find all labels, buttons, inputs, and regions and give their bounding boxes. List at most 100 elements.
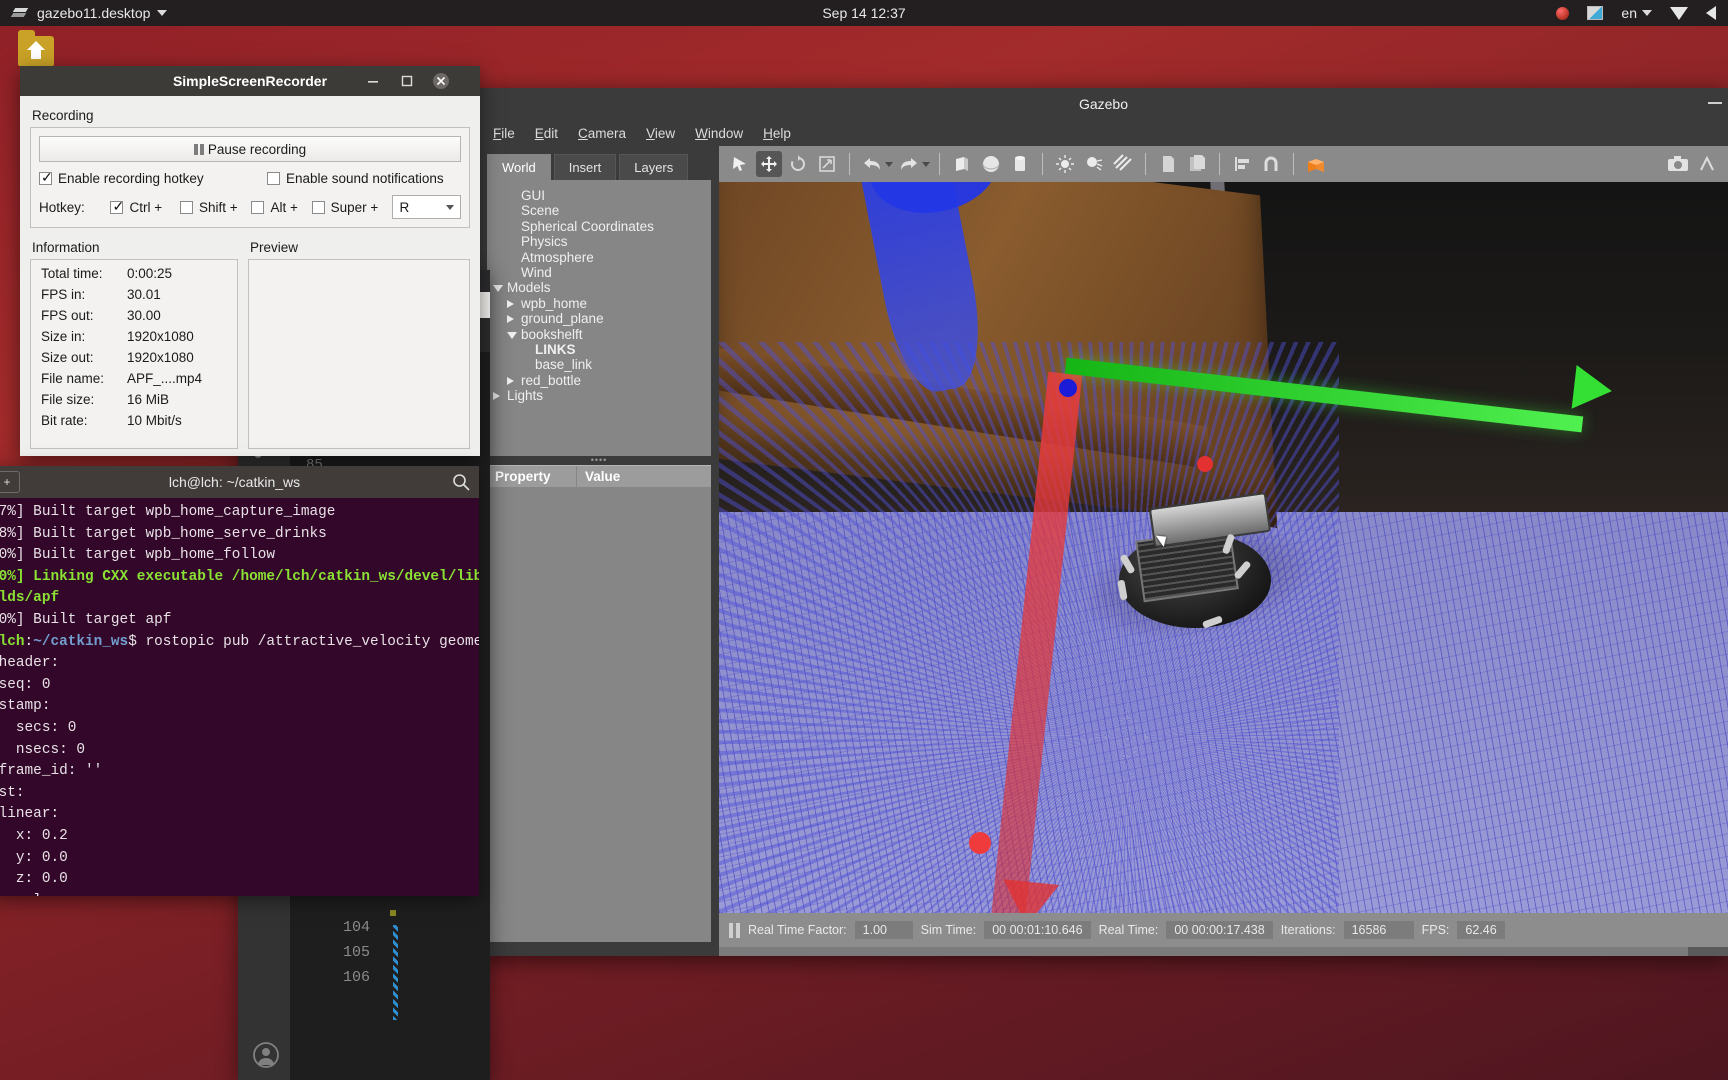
pause-button[interactable]	[729, 922, 740, 938]
sphere-icon[interactable]	[978, 151, 1004, 177]
minimize-icon[interactable]	[358, 66, 388, 96]
tree-item-label: Models	[507, 280, 551, 296]
tree-item-gui[interactable]: GUI	[493, 188, 705, 203]
point-light-icon[interactable]	[1052, 151, 1078, 177]
paste-icon[interactable]	[1184, 151, 1210, 177]
tree-item-models[interactable]: Models	[493, 280, 705, 295]
tree-item-wind[interactable]: Wind	[493, 265, 705, 280]
gazebo-window[interactable]: Gazebo File Edit Camera View Window Help…	[479, 88, 1728, 956]
close-icon[interactable]	[426, 66, 456, 96]
checkbox-icon	[267, 172, 280, 185]
menu-edit[interactable]: Edit	[535, 126, 558, 141]
gazebo-menubar[interactable]: File Edit Camera View Window Help	[479, 120, 1728, 146]
tree-item-ground-plane[interactable]: ground_plane	[493, 311, 705, 326]
building-editor-icon[interactable]	[1303, 151, 1329, 177]
toolbar-separator	[1145, 153, 1146, 175]
gazebo-tabs[interactable]: World Insert Layers	[487, 154, 711, 180]
tree-item-red-bottle[interactable]: red_bottle	[493, 373, 705, 388]
directional-light-icon[interactable]	[1110, 151, 1136, 177]
tree-item-label: red_bottle	[521, 372, 582, 388]
snap-icon[interactable]	[1258, 151, 1284, 177]
terminal-line: 00%] Built target wpb_home_follow	[0, 547, 275, 564]
undo-dropdown-icon[interactable]	[885, 161, 893, 167]
info-label: Size out:	[41, 350, 94, 365]
redo-dropdown-icon[interactable]	[922, 161, 930, 167]
terminal-line: y: 0.0	[15, 849, 68, 866]
tree-item-spherical-coordinates[interactable]: Spherical Coordinates	[493, 219, 705, 234]
world-tree[interactable]: GUI Scene Spherical Coordinates Physics Atmo…	[487, 180, 711, 456]
undo-icon[interactable]	[859, 151, 885, 177]
hotkey-shift-checkbox[interactable]: Shift +	[180, 200, 251, 215]
tab-layers[interactable]: Layers	[619, 154, 689, 180]
pause-recording-button[interactable]: Pause recording	[39, 136, 461, 162]
menu-view[interactable]: View	[646, 126, 675, 141]
terminal-line: ist:	[0, 784, 25, 801]
scale-icon[interactable]	[814, 151, 840, 177]
red-bottle-model[interactable]	[1197, 456, 1213, 472]
hotkey-super-checkbox[interactable]: Super +	[311, 200, 393, 215]
terminal-line: 07%] Built target wpb_home_capture_image	[0, 504, 336, 520]
menu-camera[interactable]: Camera	[578, 126, 626, 141]
gazebo-titlebar[interactable]: Gazebo	[479, 88, 1728, 120]
simplescreenrecorder-window[interactable]: SimpleScreenRecorder Recording Pause rec…	[20, 66, 480, 456]
enable-recording-hotkey-checkbox[interactable]: Enable recording hotkey	[39, 169, 267, 186]
hotkey-ctrl-checkbox[interactable]: Ctrl +	[110, 198, 180, 215]
tree-item-atmosphere[interactable]: Atmosphere	[493, 250, 705, 265]
home-folder-launcher-icon[interactable]	[18, 30, 54, 66]
search-icon[interactable]	[451, 472, 471, 492]
terminal-titlebar[interactable]: + lch@lch: ~/catkin_ws	[0, 466, 479, 498]
property-table-body[interactable]	[487, 487, 711, 942]
translate-move-icon[interactable]	[756, 151, 782, 177]
box-icon[interactable]	[949, 151, 975, 177]
cylinder-icon[interactable]	[1007, 151, 1033, 177]
gazebo-toolbar[interactable]	[719, 146, 1728, 182]
new-tab-icon[interactable]: +	[0, 471, 20, 493]
select-arrow-icon[interactable]	[727, 151, 753, 177]
tree-item-links[interactable]: LINKS	[493, 342, 705, 357]
axis-origin-marker[interactable]	[1059, 379, 1077, 397]
minimize-icon[interactable]	[1708, 102, 1722, 104]
hotkey-alt-checkbox[interactable]: Alt +	[251, 200, 311, 215]
enable-sound-notifications-checkbox[interactable]: Enable sound notifications	[267, 171, 444, 186]
line-number: 105	[343, 944, 371, 961]
tab-world[interactable]: World	[487, 154, 551, 180]
tree-item-wpb-home[interactable]: wpb_home	[493, 296, 705, 311]
hotkey-key-value: R	[399, 199, 410, 215]
viewport-scrollbar[interactable]	[719, 947, 1728, 956]
rotate-icon[interactable]	[785, 151, 811, 177]
menu-window[interactable]: Window	[695, 126, 743, 141]
spot-light-icon[interactable]	[1081, 151, 1107, 177]
redo-icon[interactable]	[896, 151, 922, 177]
clock[interactable]: Sep 14 12:37	[0, 5, 1728, 21]
toolbar-separator	[1219, 153, 1220, 175]
ssr-titlebar[interactable]: SimpleScreenRecorder	[20, 66, 480, 96]
tree-item-label: Atmosphere	[521, 249, 594, 265]
terminal-line: angular:	[0, 891, 479, 896]
log-icon[interactable]	[1694, 151, 1720, 177]
hotkey-key-select[interactable]: R	[392, 195, 462, 219]
terminal-line: @lch:~/catkin_ws$ rostopic pub /attracti…	[0, 633, 479, 650]
tree-item-physics[interactable]: Physics	[493, 234, 705, 249]
account-icon[interactable]	[251, 1040, 279, 1068]
tree-item-lights[interactable]: Lights	[493, 388, 705, 403]
green-axis-arrow-head[interactable]	[1571, 364, 1615, 414]
align-icon[interactable]	[1229, 151, 1255, 177]
tree-item-base-link[interactable]: base_link	[493, 357, 705, 372]
menu-file[interactable]: File	[493, 126, 515, 141]
tab-insert[interactable]: Insert	[553, 154, 617, 180]
tree-item-scene[interactable]: Scene	[493, 203, 705, 218]
maximize-icon[interactable]	[392, 66, 422, 96]
screenshot-icon[interactable]	[1665, 151, 1691, 177]
gazebo-3d-viewport[interactable]	[719, 182, 1728, 913]
tree-item-label: ground_plane	[521, 311, 604, 327]
copy-icon[interactable]	[1155, 151, 1181, 177]
red-axis-arrow-head[interactable]	[998, 879, 1060, 913]
tree-item-bookshelft[interactable]: bookshelft	[493, 327, 705, 342]
terminal-window[interactable]: + lch@lch: ~/catkin_ws 07%] Built target…	[0, 466, 479, 896]
menu-help[interactable]: Help	[763, 126, 791, 141]
tree-item-label: Physics	[521, 234, 568, 250]
terminal-output[interactable]: 07%] Built target wpb_home_capture_image…	[0, 498, 479, 896]
panel-splitter[interactable]: ••••	[487, 456, 711, 465]
info-label: FPS out:	[41, 308, 94, 323]
chevron-down-icon	[507, 327, 521, 342]
